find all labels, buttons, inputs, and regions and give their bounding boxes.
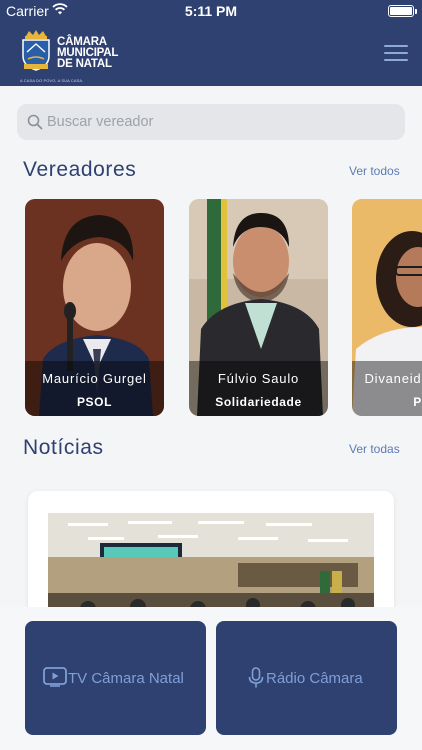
status-bar: Carrier 5:11 PM — [0, 0, 422, 22]
tv-camara-button[interactable]: TV Câmara Natal — [25, 621, 206, 735]
tv-camara-label: TV Câmara Natal — [68, 670, 184, 687]
news-image — [48, 513, 374, 621]
vereador-name: Maurício Gurgel — [42, 371, 147, 386]
radio-camara-label: Rádio Câmara — [266, 670, 363, 687]
logo-motto: A CASA DO POVO, A SUA CASA. — [20, 78, 84, 83]
ver-todas-link[interactable]: Ver todas — [349, 442, 400, 456]
vereador-name: Divaneide Basílio — [364, 371, 422, 386]
ver-todos-link[interactable]: Ver todos — [349, 164, 400, 178]
logo-text: CÂMARA MUNICIPAL DE NATAL — [57, 36, 119, 70]
search-input[interactable] — [47, 104, 387, 140]
microphone-icon — [248, 667, 264, 688]
vereador-party: PT — [413, 395, 422, 409]
vereador-name: Fúlvio Saulo — [217, 371, 300, 386]
search-bar[interactable] — [17, 104, 405, 140]
vereador-card[interactable]: Divaneide Basílio PT — [352, 199, 422, 416]
crest-icon — [22, 30, 50, 71]
bottom-bar: TV Câmara Natal Rádio Câmara — [0, 607, 422, 750]
hamburger-menu-icon[interactable] — [384, 45, 408, 63]
clock: 5:11 PM — [184, 3, 238, 19]
noticias-title: Notícias — [23, 436, 104, 459]
vereador-card[interactable]: Maurício Gurgel PSOL — [25, 199, 164, 416]
play-video-icon — [43, 667, 67, 687]
camara-logo[interactable]: CÂMARA MUNICIPAL DE NATAL A CASA DO POVO… — [20, 24, 132, 83]
news-card[interactable] — [28, 491, 394, 621]
vereador-party: PSOL — [76, 395, 113, 409]
app-header: Carrier 5:11 PM CÂMARA MUNICIPAL DE NATA… — [0, 0, 422, 86]
vereadores-title: Vereadores — [23, 158, 137, 181]
search-icon — [27, 114, 43, 130]
radio-camara-button[interactable]: Rádio Câmara — [216, 621, 397, 735]
vereador-card[interactable]: Fúlvio Saulo Solidariedade — [189, 199, 328, 416]
vereador-party: Solidariedade — [215, 395, 302, 409]
vereadores-carousel[interactable]: Maurício Gurgel PSOL Fúlvio Saulo Solida… — [0, 199, 422, 417]
battery-icon — [388, 5, 417, 17]
